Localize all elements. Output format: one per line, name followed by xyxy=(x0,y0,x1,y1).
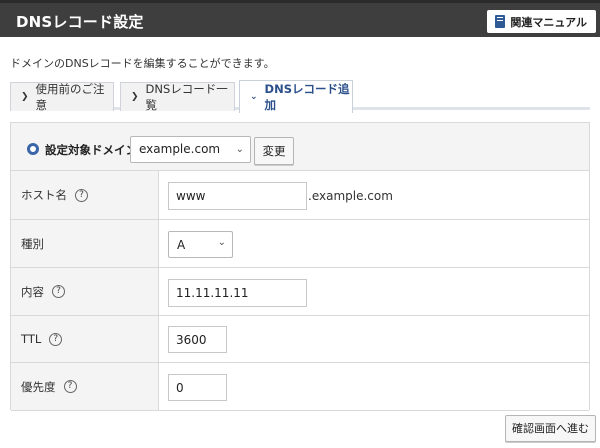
record-type-select[interactable]: A ⌄ xyxy=(168,231,233,258)
ttl-label-cell: TTL ? xyxy=(11,316,159,362)
ttl-input[interactable]: 3600 xyxy=(168,326,227,353)
type-label-cell: 種別 xyxy=(11,220,159,267)
content-row: 内容 ? 11.11.11.11 xyxy=(11,268,589,316)
chevron-down-icon: ⌄ xyxy=(250,92,258,102)
ttl-row: TTL ? 3600 xyxy=(11,316,589,363)
record-type-value: A xyxy=(177,237,186,252)
tab-label: 使用前のご注意 xyxy=(35,82,105,112)
add-record-form: 設定対象ドメイン example.com ⌄ 変更 ホスト名 ? www .ex… xyxy=(10,122,590,411)
priority-label: 優先度 xyxy=(21,379,56,394)
host-domain-suffix: .example.com xyxy=(308,189,393,203)
ttl-input-value: 3600 xyxy=(176,332,207,347)
help-icon[interactable]: ? xyxy=(75,188,88,202)
host-input[interactable]: www xyxy=(168,182,307,210)
tab-bar: ❯ 使用前のご注意 ❯ DNSレコード一覧 ⌄ DNSレコード追加 xyxy=(10,80,590,113)
page-header: DNSレコード設定 関連マニュアル xyxy=(0,0,600,37)
tab-add-dns-record[interactable]: ⌄ DNSレコード追加 xyxy=(239,80,353,113)
help-icon[interactable]: ? xyxy=(63,380,77,393)
type-label: 種別 xyxy=(21,236,44,251)
book-icon xyxy=(495,15,506,28)
chevron-down-icon: ⌄ xyxy=(217,237,226,248)
host-input-value: www xyxy=(176,189,206,203)
tab-label: DNSレコード一覧 xyxy=(145,82,228,112)
content-label: 内容 xyxy=(21,284,44,299)
domain-selector-row: 設定対象ドメイン example.com ⌄ 変更 xyxy=(11,123,589,171)
page-title: DNSレコード設定 xyxy=(16,13,144,31)
chevron-right-icon: ❯ xyxy=(131,92,139,102)
tab-dns-record-list[interactable]: ❯ DNSレコード一覧 xyxy=(120,82,235,112)
change-domain-button[interactable]: 変更 xyxy=(254,137,294,165)
content-label-cell: 内容 ? xyxy=(11,268,159,315)
priority-input[interactable]: 0 xyxy=(168,374,227,401)
priority-label-cell: 優先度 ? xyxy=(11,363,159,410)
proceed-to-confirm-button[interactable]: 確認画面へ進む xyxy=(505,415,596,442)
related-manual-button[interactable]: 関連マニュアル xyxy=(487,10,596,33)
help-icon[interactable]: ? xyxy=(49,332,63,346)
type-row: 種別 A ⌄ xyxy=(11,220,589,268)
host-label: ホスト名 xyxy=(21,188,67,202)
host-label-cell: ホスト名 ? xyxy=(11,171,159,219)
host-row: ホスト名 ? www .example.com xyxy=(11,171,589,220)
domain-radio[interactable] xyxy=(27,143,39,155)
tab-precautions[interactable]: ❯ 使用前のご注意 xyxy=(10,82,114,112)
tab-label: DNSレコード追加 xyxy=(264,82,350,112)
domain-label: 設定対象ドメイン xyxy=(45,143,137,157)
priority-row: 優先度 ? 0 xyxy=(11,363,589,411)
help-icon[interactable]: ? xyxy=(52,285,65,298)
related-manual-label: 関連マニュアル xyxy=(510,15,587,29)
page-description: ドメインのDNSレコードを編集することができます。 xyxy=(10,57,275,70)
chevron-right-icon: ❯ xyxy=(21,92,29,102)
domain-select-value: example.com xyxy=(139,142,221,156)
ttl-label: TTL xyxy=(21,332,42,346)
chevron-down-icon: ⌄ xyxy=(235,144,244,155)
content-input[interactable]: 11.11.11.11 xyxy=(168,279,307,307)
priority-input-value: 0 xyxy=(176,380,184,395)
domain-select[interactable]: example.com ⌄ xyxy=(130,136,251,163)
content-input-value: 11.11.11.11 xyxy=(176,286,249,300)
